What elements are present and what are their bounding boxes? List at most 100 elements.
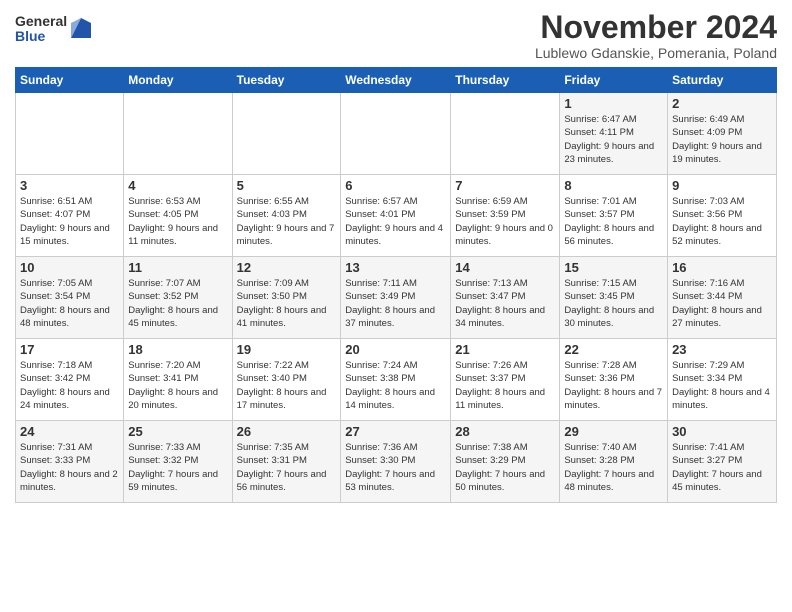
day-number: 15 [564,260,663,275]
day-number: 5 [237,178,337,193]
day-number: 2 [672,96,772,111]
calendar-cell: 5 Sunrise: 6:55 AM Sunset: 4:03 PM Daylig… [232,175,341,257]
day-number: 23 [672,342,772,357]
day-info: Sunrise: 7:15 AM Sunset: 3:45 PM Dayligh… [564,277,663,330]
calendar: Sunday Monday Tuesday Wednesday Thursday… [15,67,777,503]
calendar-cell: 6 Sunrise: 6:57 AM Sunset: 4:01 PM Daylig… [341,175,451,257]
day-number: 17 [20,342,119,357]
day-number: 8 [564,178,663,193]
day-number: 30 [672,424,772,439]
header: General Blue November 2024 Lublewo Gdans… [15,10,777,61]
col-thursday: Thursday [451,68,560,93]
day-info: Sunrise: 7:28 AM Sunset: 3:36 PM Dayligh… [564,359,663,412]
col-friday: Friday [560,68,668,93]
day-number: 22 [564,342,663,357]
day-number: 14 [455,260,555,275]
calendar-cell: 22 Sunrise: 7:28 AM Sunset: 3:36 PM Dayli… [560,339,668,421]
calendar-cell: 12 Sunrise: 7:09 AM Sunset: 3:50 PM Dayli… [232,257,341,339]
day-number: 29 [564,424,663,439]
day-info: Sunrise: 7:36 AM Sunset: 3:30 PM Dayligh… [345,441,446,494]
calendar-cell: 16Sunrise: 7:16 AM Sunset: 3:44 PM Dayli… [668,257,777,339]
day-info: Sunrise: 7:29 AM Sunset: 3:34 PM Dayligh… [672,359,772,412]
day-info: Sunrise: 6:53 AM Sunset: 4:05 PM Dayligh… [128,195,227,248]
calendar-cell: 18 Sunrise: 7:20 AM Sunset: 3:41 PM Dayli… [124,339,232,421]
col-tuesday: Tuesday [232,68,341,93]
day-number: 3 [20,178,119,193]
day-info: Sunrise: 7:38 AM Sunset: 3:29 PM Dayligh… [455,441,555,494]
calendar-cell: 25 Sunrise: 7:33 AM Sunset: 3:32 PM Dayli… [124,421,232,503]
logo-text: General Blue [15,14,67,45]
calendar-cell: 30 Sunrise: 7:41 AM Sunset: 3:27 PM Dayli… [668,421,777,503]
day-number: 27 [345,424,446,439]
calendar-cell: 1 Sunrise: 6:47 AM Sunset: 4:11 PM Daylig… [560,93,668,175]
day-info: Sunrise: 7:33 AM Sunset: 3:32 PM Dayligh… [128,441,227,494]
logo-blue: Blue [15,29,67,44]
calendar-cell: 26Sunrise: 7:35 AM Sunset: 3:31 PM Dayli… [232,421,341,503]
calendar-cell: 2 Sunrise: 6:49 AM Sunset: 4:09 PM Daylig… [668,93,777,175]
month-title: November 2024 [535,10,777,45]
calendar-cell: 8 Sunrise: 7:01 AM Sunset: 3:57 PM Daylig… [560,175,668,257]
day-number: 20 [345,342,446,357]
calendar-cell: 15 Sunrise: 7:15 AM Sunset: 3:45 PM Dayli… [560,257,668,339]
day-number: 10 [20,260,119,275]
calendar-cell: 14 Sunrise: 7:13 AM Sunset: 3:47 PM Dayli… [451,257,560,339]
calendar-cell: 9Sunrise: 7:03 AM Sunset: 3:56 PM Daylig… [668,175,777,257]
title-block: November 2024 Lublewo Gdanskie, Pomerani… [535,10,777,61]
calendar-cell [232,93,341,175]
day-info: Sunrise: 7:11 AM Sunset: 3:49 PM Dayligh… [345,277,446,330]
calendar-cell: 29 Sunrise: 7:40 AM Sunset: 3:28 PM Dayli… [560,421,668,503]
calendar-cell: 13Sunrise: 7:11 AM Sunset: 3:49 PM Dayli… [341,257,451,339]
col-saturday: Saturday [668,68,777,93]
day-number: 4 [128,178,227,193]
calendar-cell [341,93,451,175]
calendar-week-4: 24Sunrise: 7:31 AM Sunset: 3:33 PM Dayli… [16,421,777,503]
day-info: Sunrise: 6:49 AM Sunset: 4:09 PM Dayligh… [672,113,772,166]
logo-general: General [15,14,67,29]
day-info: Sunrise: 6:55 AM Sunset: 4:03 PM Dayligh… [237,195,337,248]
day-info: Sunrise: 7:03 AM Sunset: 3:56 PM Dayligh… [672,195,772,248]
day-info: Sunrise: 7:20 AM Sunset: 3:41 PM Dayligh… [128,359,227,412]
day-info: Sunrise: 7:09 AM Sunset: 3:50 PM Dayligh… [237,277,337,330]
day-info: Sunrise: 7:18 AM Sunset: 3:42 PM Dayligh… [20,359,119,412]
day-number: 1 [564,96,663,111]
day-number: 25 [128,424,227,439]
day-info: Sunrise: 7:31 AM Sunset: 3:33 PM Dayligh… [20,441,119,494]
day-info: Sunrise: 6:51 AM Sunset: 4:07 PM Dayligh… [20,195,119,248]
day-number: 6 [345,178,446,193]
calendar-cell: 23 Sunrise: 7:29 AM Sunset: 3:34 PM Dayli… [668,339,777,421]
logo: General Blue [15,14,91,45]
calendar-week-1: 3 Sunrise: 6:51 AM Sunset: 4:07 PM Daylig… [16,175,777,257]
col-monday: Monday [124,68,232,93]
calendar-cell: 7Sunrise: 6:59 AM Sunset: 3:59 PM Daylig… [451,175,560,257]
calendar-cell: 24Sunrise: 7:31 AM Sunset: 3:33 PM Dayli… [16,421,124,503]
day-number: 16 [672,260,772,275]
day-info: Sunrise: 7:24 AM Sunset: 3:38 PM Dayligh… [345,359,446,412]
calendar-week-0: 1 Sunrise: 6:47 AM Sunset: 4:11 PM Daylig… [16,93,777,175]
calendar-header-row: Sunday Monday Tuesday Wednesday Thursday… [16,68,777,93]
calendar-cell: 3 Sunrise: 6:51 AM Sunset: 4:07 PM Daylig… [16,175,124,257]
day-info: Sunrise: 7:26 AM Sunset: 3:37 PM Dayligh… [455,359,555,412]
day-info: Sunrise: 7:22 AM Sunset: 3:40 PM Dayligh… [237,359,337,412]
day-info: Sunrise: 6:57 AM Sunset: 4:01 PM Dayligh… [345,195,446,248]
day-number: 19 [237,342,337,357]
day-number: 7 [455,178,555,193]
day-info: Sunrise: 7:13 AM Sunset: 3:47 PM Dayligh… [455,277,555,330]
day-number: 12 [237,260,337,275]
day-info: Sunrise: 7:01 AM Sunset: 3:57 PM Dayligh… [564,195,663,248]
calendar-cell: 10Sunrise: 7:05 AM Sunset: 3:54 PM Dayli… [16,257,124,339]
day-number: 26 [237,424,337,439]
page: General Blue November 2024 Lublewo Gdans… [0,0,792,612]
calendar-cell: 4 Sunrise: 6:53 AM Sunset: 4:05 PM Daylig… [124,175,232,257]
calendar-week-2: 10Sunrise: 7:05 AM Sunset: 3:54 PM Dayli… [16,257,777,339]
calendar-cell [124,93,232,175]
day-info: Sunrise: 7:40 AM Sunset: 3:28 PM Dayligh… [564,441,663,494]
col-sunday: Sunday [16,68,124,93]
calendar-cell: 19 Sunrise: 7:22 AM Sunset: 3:40 PM Dayli… [232,339,341,421]
day-number: 18 [128,342,227,357]
calendar-cell: 28Sunrise: 7:38 AM Sunset: 3:29 PM Dayli… [451,421,560,503]
day-info: Sunrise: 7:41 AM Sunset: 3:27 PM Dayligh… [672,441,772,494]
col-wednesday: Wednesday [341,68,451,93]
calendar-cell: 17 Sunrise: 7:18 AM Sunset: 3:42 PM Dayli… [16,339,124,421]
calendar-week-3: 17 Sunrise: 7:18 AM Sunset: 3:42 PM Dayli… [16,339,777,421]
day-info: Sunrise: 6:47 AM Sunset: 4:11 PM Dayligh… [564,113,663,166]
